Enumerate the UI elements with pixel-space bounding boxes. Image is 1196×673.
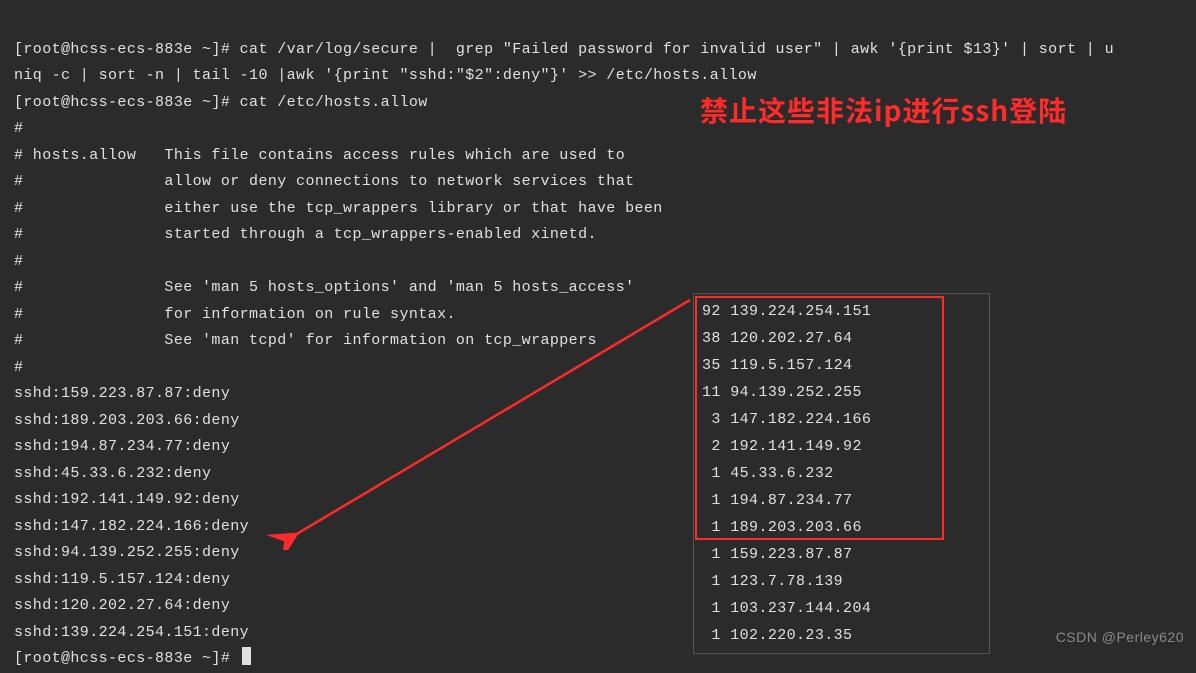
cmd1-line1: cat /var/log/secure | grep "Failed passw… bbox=[240, 41, 1114, 58]
terminal-cursor[interactable] bbox=[242, 647, 251, 665]
ip-count-row: 3 147.182.224.166 bbox=[694, 406, 989, 433]
cmd2: cat /etc/hosts.allow bbox=[240, 94, 428, 111]
file-line: # either use the tcp_wrappers library or… bbox=[14, 200, 663, 217]
file-line: # See 'man tcpd' for information on tcp_… bbox=[14, 332, 597, 349]
ip-count-row: 1 189.203.203.66 bbox=[694, 514, 989, 541]
file-line: # bbox=[14, 120, 23, 137]
file-line: # See 'man 5 hosts_options' and 'man 5 h… bbox=[14, 279, 635, 296]
ip-count-row: 1 45.33.6.232 bbox=[694, 460, 989, 487]
file-line: # started through a tcp_wrappers-enabled… bbox=[14, 226, 597, 243]
file-line: # allow or deny connections to network s… bbox=[14, 173, 635, 190]
ip-count-row: 1 123.7.78.139 bbox=[694, 568, 989, 595]
ip-count-row: 2 192.141.149.92 bbox=[694, 433, 989, 460]
watermark: CSDN @Perley620 bbox=[1056, 629, 1184, 645]
deny-rule: sshd:194.87.234.77:deny bbox=[14, 438, 230, 455]
cmd1-line2: niq -c | sort -n | tail -10 |awk '{print… bbox=[14, 67, 757, 84]
ip-count-row: 1 194.87.234.77 bbox=[694, 487, 989, 514]
ip-count-row: 35 119.5.157.124 bbox=[694, 352, 989, 379]
file-line: # hosts.allow This file contains access … bbox=[14, 147, 625, 164]
prompt: [root@hcss-ecs-883e ~]# bbox=[14, 94, 240, 111]
file-line: # bbox=[14, 359, 23, 376]
prompt: [root@hcss-ecs-883e ~]# bbox=[14, 650, 240, 667]
file-line: # for information on rule syntax. bbox=[14, 306, 456, 323]
ip-count-row: 1 159.223.87.87 bbox=[694, 541, 989, 568]
deny-rule: sshd:147.182.224.166:deny bbox=[14, 518, 249, 535]
deny-rule: sshd:139.224.254.151:deny bbox=[14, 624, 249, 641]
deny-rule: sshd:119.5.157.124:deny bbox=[14, 571, 230, 588]
prompt: [root@hcss-ecs-883e ~]# bbox=[14, 41, 240, 58]
deny-rule: sshd:45.33.6.232:deny bbox=[14, 465, 211, 482]
ip-count-row: 92 139.224.254.151 bbox=[694, 298, 989, 325]
deny-rule: sshd:189.203.203.66:deny bbox=[14, 412, 240, 429]
ip-count-row: 1 103.237.144.204 bbox=[694, 595, 989, 622]
deny-rule: sshd:159.223.87.87:deny bbox=[14, 385, 230, 402]
ip-count-row: 38 120.202.27.64 bbox=[694, 325, 989, 352]
file-line: # bbox=[14, 253, 23, 270]
deny-rule: sshd:120.202.27.64:deny bbox=[14, 597, 230, 614]
ip-count-row: 11 94.139.252.255 bbox=[694, 379, 989, 406]
ip-count-row: 1 102.220.23.35 bbox=[694, 622, 989, 649]
deny-rule: sshd:94.139.252.255:deny bbox=[14, 544, 240, 561]
ip-count-panel: 92 139.224.254.151 38 120.202.27.64 35 1… bbox=[693, 293, 990, 654]
annotation-text: 禁止这些非法ip进行ssh登陆 bbox=[700, 90, 1067, 130]
deny-rule: sshd:192.141.149.92:deny bbox=[14, 491, 240, 508]
